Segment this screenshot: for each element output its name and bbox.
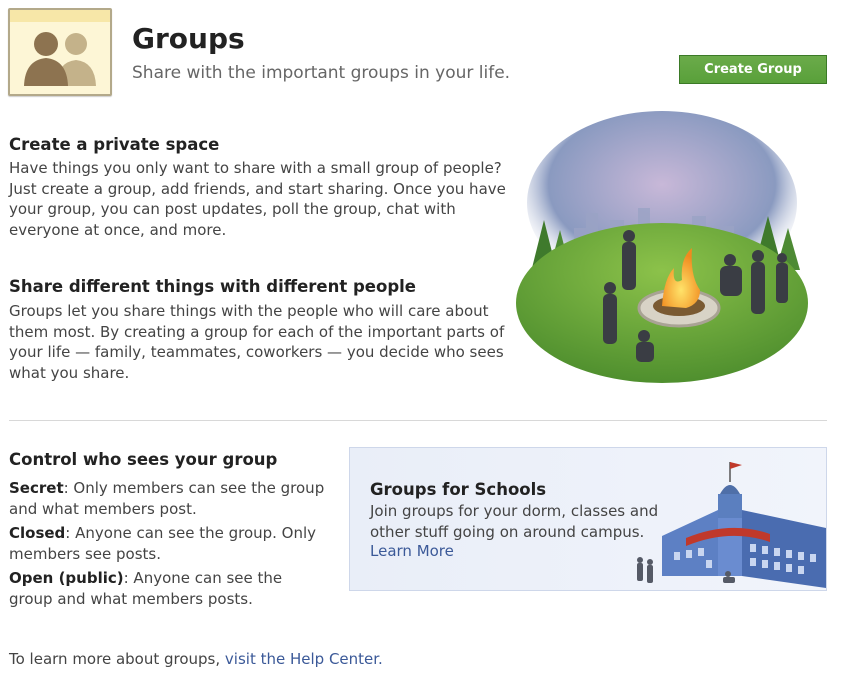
footer-text: To learn more about groups, (9, 650, 225, 668)
privacy-option-label: Open (public) (9, 569, 124, 587)
share-things-heading: Share different things with different pe… (9, 277, 416, 296)
campus-building-icon (637, 462, 826, 588)
campfire-illustration (516, 111, 808, 383)
privacy-option-label: Closed (9, 524, 66, 542)
groups-for-schools-box: Groups for Schools Join groups for your … (349, 447, 827, 591)
section-divider (9, 420, 827, 421)
help-center-link[interactable]: visit the Help Center. (225, 650, 383, 668)
privacy-option-open: Open (public): Anyone can see the group … (9, 568, 329, 609)
control-heading: Control who sees your group (9, 450, 278, 469)
schools-description: Join groups for your dorm, classes and o… (370, 502, 659, 541)
privacy-option-closed: Closed: Anyone can see the group. Only m… (9, 523, 329, 564)
learn-more-link[interactable]: Learn More (370, 542, 454, 560)
privacy-options-list: Secret: Only members can see the group a… (9, 478, 329, 613)
privacy-option-secret: Secret: Only members can see the group a… (9, 478, 329, 519)
private-space-text: Have things you only want to share with … (9, 159, 506, 239)
help-footer: To learn more about groups, visit the He… (9, 650, 383, 668)
private-space-heading: Create a private space (9, 135, 220, 154)
page-subtitle: Share with the important groups in your … (132, 63, 511, 83)
schools-title: Groups for Schools (370, 480, 547, 499)
groups-people-icon (8, 8, 112, 96)
privacy-option-label: Secret (9, 479, 64, 497)
create-group-button[interactable]: Create Group (679, 55, 827, 84)
page-title: Groups (132, 22, 245, 55)
share-things-text: Groups let you share things with the peo… (9, 302, 505, 382)
